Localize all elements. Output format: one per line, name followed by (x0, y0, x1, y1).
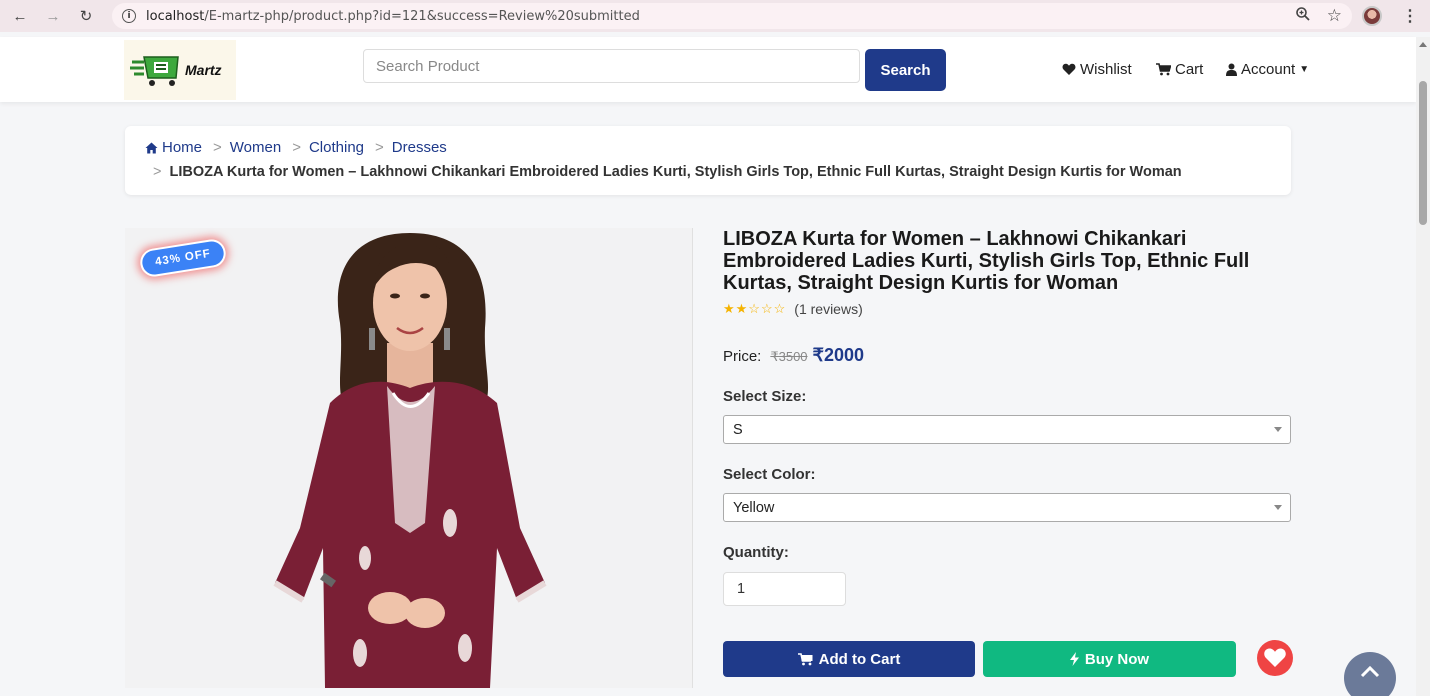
search-button[interactable]: Search (865, 49, 946, 91)
cart-icon (797, 652, 813, 665)
breadcrumb-home-label: Home (162, 139, 203, 156)
breadcrumb-current: LIBOZA Kurta for Women – Lakhnowi Chikan… (169, 164, 1182, 180)
scroll-up-arrow-icon[interactable] (1419, 42, 1427, 47)
wishlist-link[interactable]: Wishlist (1062, 61, 1132, 78)
search-input[interactable] (363, 49, 860, 83)
buy-now-button[interactable]: Buy Now (983, 641, 1236, 677)
site-info-icon[interactable]: i (122, 9, 136, 23)
price-label: Price: (723, 348, 762, 365)
bolt-icon (1069, 652, 1079, 666)
bookmark-star-icon[interactable]: ☆ (1327, 6, 1342, 26)
address-bar[interactable]: i localhost/E-martz-php/product.php?id=1… (112, 3, 1352, 29)
cart-icon (1156, 63, 1171, 76)
cart-label: Cart (1175, 61, 1204, 78)
product-image[interactable] (125, 228, 692, 688)
user-icon (1226, 63, 1237, 76)
product-rating: ★★☆☆☆ (1 reviews) (723, 301, 863, 317)
breadcrumb-separator: > (375, 139, 384, 156)
site-header: Martz Search Wishlist Cart Account ▼ (0, 37, 1416, 102)
breadcrumb-separator: > (153, 164, 162, 180)
account-label: Account (1241, 61, 1296, 78)
breadcrumb: Home > Women > Clothing > Dresses > LIBOZ… (125, 126, 1291, 195)
quantity-input[interactable] (723, 572, 846, 606)
breadcrumb-separator: > (292, 139, 301, 156)
add-to-wishlist-button[interactable] (1257, 640, 1293, 676)
color-select[interactable]: Yellow (723, 493, 1291, 522)
column-divider (692, 228, 693, 688)
price-row: Price: ₹3500 ₹2000 (723, 345, 864, 366)
chevron-up-icon (1360, 666, 1380, 678)
breadcrumb-dresses[interactable]: Dresses (392, 139, 447, 156)
review-count[interactable]: (1 reviews) (794, 301, 862, 317)
new-price: ₹2000 (812, 345, 865, 365)
breadcrumb-clothing[interactable]: Clothing (309, 139, 364, 156)
logo-text: Martz (185, 62, 222, 78)
account-dropdown[interactable]: Account ▼ (1226, 61, 1309, 78)
color-select-value: Yellow (733, 499, 775, 516)
rating-stars-icon: ★★☆☆☆ (723, 301, 787, 316)
page-scrollbar[interactable] (1416, 37, 1430, 696)
buy-now-label: Buy Now (1084, 650, 1150, 668)
breadcrumb-women[interactable]: Women (230, 139, 281, 156)
heart-icon (1264, 648, 1286, 667)
color-label: Select Color: (723, 466, 816, 483)
size-label: Select Size: (723, 388, 807, 405)
site-logo[interactable]: Martz (124, 40, 236, 100)
caret-down-icon (1274, 505, 1282, 510)
scrollbar-thumb[interactable] (1419, 81, 1427, 225)
url-path: /E-martz-php/product.php?id=121&success=… (204, 8, 640, 24)
scroll-to-top-button[interactable] (1344, 652, 1396, 696)
old-price: ₹3500 (770, 349, 808, 364)
product-title: LIBOZA Kurta for Women – Lakhnowi Chikan… (723, 228, 1250, 294)
add-to-cart-label: Add to Cart (818, 650, 901, 668)
add-to-cart-button[interactable]: Add to Cart (723, 641, 975, 677)
breadcrumb-home[interactable]: Home (145, 139, 202, 156)
zoom-icon[interactable] (1295, 6, 1311, 27)
cart-logo-icon (130, 56, 179, 86)
size-select[interactable]: S (723, 415, 1291, 444)
forward-arrow-icon[interactable]: → (42, 5, 64, 27)
cart-link[interactable]: Cart (1156, 61, 1203, 78)
size-select-value: S (733, 421, 743, 438)
product-photo (273, 233, 547, 688)
url-host: localhost (146, 8, 205, 24)
back-arrow-icon[interactable]: ← (9, 5, 31, 27)
heart-icon (1062, 63, 1076, 75)
menu-dots-icon[interactable]: ⋮ (1402, 6, 1418, 26)
caret-down-icon: ▼ (1299, 64, 1310, 75)
profile-avatar[interactable] (1362, 6, 1382, 26)
wishlist-label: Wishlist (1080, 61, 1132, 78)
quantity-label: Quantity: (723, 544, 789, 561)
reload-icon[interactable]: ↻ (75, 5, 97, 27)
caret-down-icon (1274, 427, 1282, 432)
breadcrumb-separator: > (213, 139, 222, 156)
browser-toolbar: ← → ↻ i localhost/E-martz-php/product.ph… (0, 0, 1430, 32)
home-icon (145, 142, 158, 153)
